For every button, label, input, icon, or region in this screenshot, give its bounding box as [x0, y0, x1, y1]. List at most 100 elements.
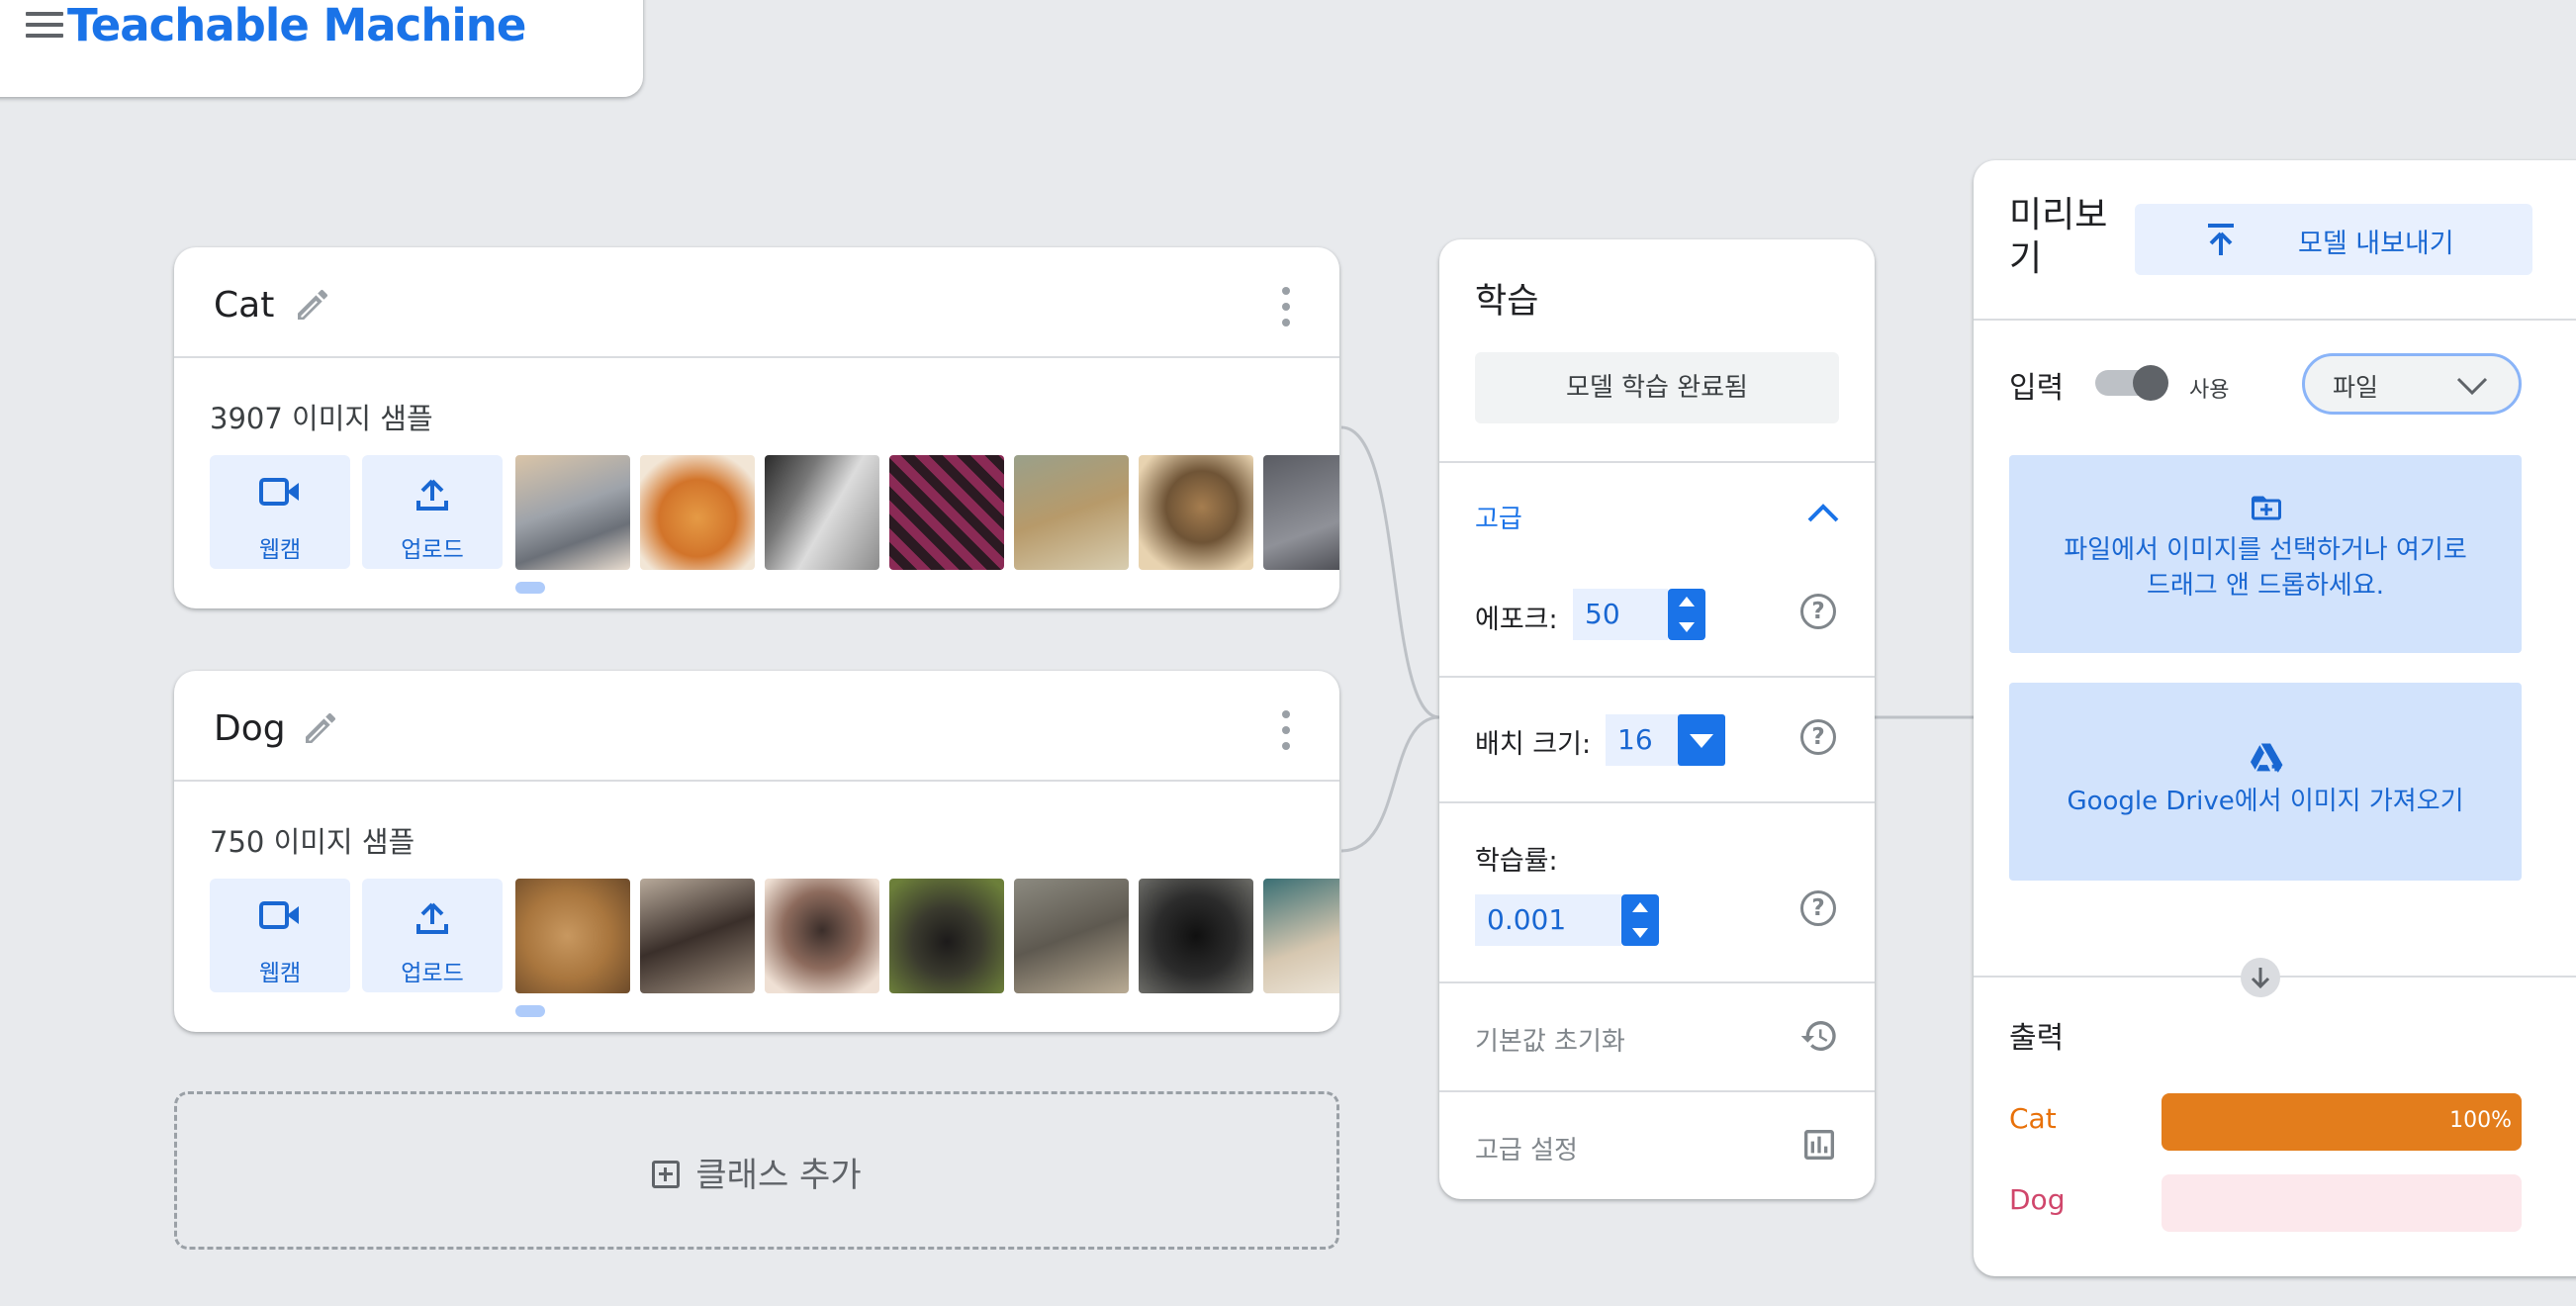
output-class-cat: Cat — [2009, 1102, 2057, 1135]
add-box-icon — [652, 1161, 681, 1188]
bar-chart-icon[interactable] — [1799, 1125, 1839, 1165]
export-upload-icon — [2208, 224, 2234, 255]
divider — [1439, 1090, 1875, 1092]
sample-thumbnail[interactable] — [1139, 879, 1253, 993]
sample-thumbnail[interactable] — [1263, 879, 1339, 993]
upload-icon — [416, 902, 448, 934]
epochs-stepper[interactable] — [1668, 589, 1705, 640]
folder-add-icon — [2252, 496, 2281, 520]
more-options-icon[interactable] — [1280, 710, 1290, 750]
webcam-label: 웹캠 — [258, 537, 302, 563]
class-card-header: Dog — [174, 671, 1339, 782]
learning-rate-input[interactable]: 0.001 — [1475, 894, 1621, 946]
sample-thumbnail[interactable] — [1263, 455, 1339, 570]
sample-count: 3907 이미지 샘플 — [210, 402, 433, 435]
upload-button[interactable]: 업로드 — [362, 455, 503, 569]
webcam-label: 웹캠 — [258, 961, 302, 986]
confidence-bar-dog — [2162, 1174, 2522, 1232]
divider — [1439, 676, 1875, 678]
sample-thumbnails[interactable] — [515, 455, 1339, 570]
upload-label: 업로드 — [401, 537, 464, 563]
preview-panel: 미리보기 모델 내보내기 입력 사용 파일 파일에서 이미지를 선택하거나 여기… — [1974, 160, 2576, 1276]
input-source-select[interactable]: 파일 — [2302, 353, 2522, 415]
batch-size-help-icon[interactable]: ? — [1800, 719, 1836, 755]
toggle-label: 사용 — [2189, 378, 2230, 403]
video-camera-icon — [259, 478, 299, 506]
class-name[interactable]: Dog — [214, 708, 286, 749]
input-source-value: 파일 — [2333, 373, 2379, 402]
export-model-button[interactable]: 모델 내보내기 — [2135, 204, 2532, 275]
learning-rate-stepper[interactable] — [1621, 894, 1659, 946]
add-class-content: 클래스 추가 — [177, 1148, 1336, 1196]
advanced-settings-label[interactable]: 고급 설정 — [1475, 1130, 1578, 1166]
output-label: 출력 — [2009, 1021, 2065, 1056]
sample-thumbnail[interactable] — [889, 879, 1004, 993]
sample-thumbnail[interactable] — [889, 455, 1004, 570]
batch-size-label: 배치 크기: — [1475, 729, 1592, 760]
sample-thumbnail[interactable] — [1014, 879, 1129, 993]
edit-pencil-icon[interactable] — [301, 708, 340, 748]
thumbnail-scrollbar[interactable] — [515, 582, 545, 594]
training-panel: 학습 모델 학습 완료됨 고급 에포크: 50 ? 배치 크기: 16 ? 학습… — [1439, 239, 1875, 1199]
arrow-down-icon — [2241, 958, 2280, 997]
preview-title: 미리보기 — [2009, 195, 2108, 279]
learning-rate-label: 학습률: — [1475, 846, 1558, 877]
video-camera-icon — [259, 901, 299, 929]
divider — [1439, 801, 1875, 803]
epochs-input[interactable]: 50 — [1573, 589, 1668, 640]
toggle-knob — [2133, 365, 2168, 401]
add-class-label: 클래스 추가 — [695, 1156, 862, 1195]
divider — [1439, 981, 1875, 983]
upload-button[interactable]: 업로드 — [362, 879, 503, 992]
sample-thumbnail[interactable] — [515, 879, 630, 993]
divider — [1439, 461, 1875, 463]
hamburger-menu-icon[interactable] — [26, 10, 63, 40]
divider — [1974, 319, 2576, 321]
webcam-button[interactable]: 웹캠 — [210, 879, 350, 992]
epochs-help-icon[interactable]: ? — [1800, 594, 1836, 629]
confidence-bar-cat: 100% — [2162, 1093, 2522, 1151]
sample-thumbnail[interactable] — [1139, 455, 1253, 570]
file-drop-zone[interactable]: 파일에서 이미지를 선택하거나 여기로 드래그 앤 드롭하세요. — [2009, 455, 2522, 653]
chevron-down-icon[interactable] — [1678, 714, 1725, 766]
thumbnail-scrollbar[interactable] — [515, 1005, 545, 1017]
sample-thumbnails[interactable] — [515, 879, 1339, 993]
sample-thumbnail[interactable] — [640, 455, 755, 570]
training-title: 학습 — [1475, 282, 1539, 322]
upload-icon — [416, 479, 448, 511]
upload-label: 업로드 — [401, 961, 464, 986]
file-zone-text-line1: 파일에서 이미지를 선택하거나 여기로 — [2064, 535, 2467, 565]
chevron-down-icon — [2456, 377, 2488, 396]
epochs-label: 에포크: — [1475, 605, 1558, 635]
learning-rate-help-icon[interactable]: ? — [1800, 890, 1836, 926]
history-icon[interactable] — [1799, 1016, 1839, 1056]
add-class-button[interactable]: 클래스 추가 — [174, 1091, 1339, 1250]
confidence-percent: 100% — [2449, 1108, 2512, 1133]
sample-thumbnail[interactable] — [765, 455, 879, 570]
sample-thumbnail[interactable] — [640, 879, 755, 993]
advanced-toggle-label[interactable]: 고급 — [1475, 499, 1522, 535]
output-class-dog: Dog — [2009, 1183, 2066, 1216]
sample-count: 750 이미지 샘플 — [210, 825, 415, 859]
google-drive-label: Google Drive에서 이미지 가져오기 — [2067, 787, 2464, 816]
class-card-header: Cat — [174, 247, 1339, 358]
train-model-button[interactable]: 모델 학습 완료됨 — [1475, 352, 1839, 423]
sample-thumbnail[interactable] — [515, 455, 630, 570]
class-card-cat: Cat 3907 이미지 샘플 웹캠 업로드 — [174, 247, 1339, 608]
edit-pencil-icon[interactable] — [293, 285, 332, 325]
sample-thumbnail[interactable] — [1014, 455, 1129, 570]
class-name[interactable]: Cat — [214, 285, 274, 326]
chevron-up-icon[interactable] — [1805, 499, 1841, 526]
reset-defaults-label[interactable]: 기본값 초기화 — [1475, 1021, 1625, 1058]
app-title[interactable]: Teachable Machine — [67, 0, 526, 51]
webcam-button[interactable]: 웹캠 — [210, 455, 350, 569]
file-zone-text-line2: 드래그 앤 드롭하세요. — [2146, 571, 2385, 601]
export-model-label: 모델 내보내기 — [2298, 229, 2454, 259]
input-label: 입력 — [2009, 371, 2065, 406]
class-card-dog: Dog 750 이미지 샘플 웹캠 업로드 — [174, 671, 1339, 1032]
sample-thumbnail[interactable] — [765, 879, 879, 993]
more-options-icon[interactable] — [1280, 287, 1290, 326]
google-drive-button[interactable]: Google Drive에서 이미지 가져오기 — [2009, 683, 2522, 881]
input-toggle[interactable] — [2095, 365, 2168, 401]
google-drive-add-icon — [2251, 743, 2283, 773]
